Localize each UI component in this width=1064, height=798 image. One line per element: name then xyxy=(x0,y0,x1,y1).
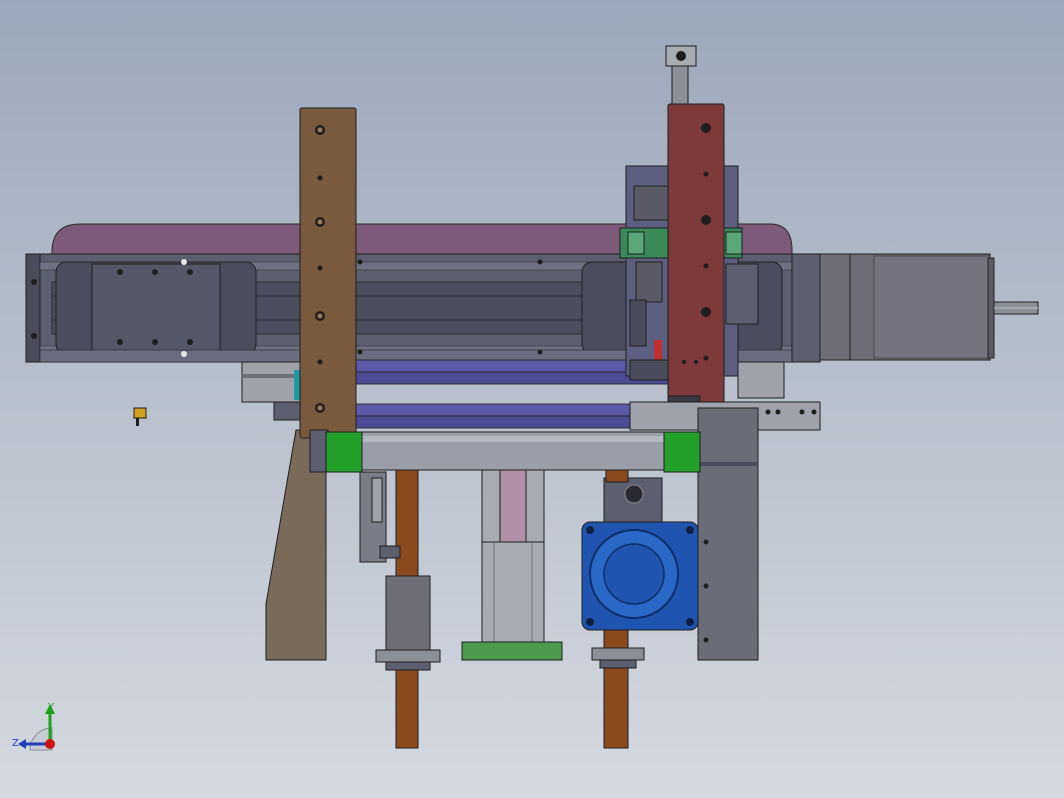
red-plate-right xyxy=(667,103,725,419)
left-shaft-assembly xyxy=(359,469,441,749)
assembly-drawing: Y Z xyxy=(12,45,1039,751)
top-rod xyxy=(665,45,697,111)
z-axis-label: Z xyxy=(12,738,19,749)
y-axis-label: Y xyxy=(47,702,55,713)
left-cylinder xyxy=(241,361,303,421)
servo-motor-right xyxy=(791,253,1039,363)
sensor-icon xyxy=(133,407,147,426)
roller xyxy=(325,431,701,473)
blue-gear-motor xyxy=(581,469,699,749)
green-roller-right xyxy=(663,431,701,473)
z-axis-arrow-icon xyxy=(18,739,26,749)
green-roller-left xyxy=(325,431,363,473)
cad-viewport[interactable]: Y Z xyxy=(0,0,1064,798)
green-base-plate xyxy=(461,641,563,661)
coordinate-triad[interactable]: Y Z xyxy=(12,702,55,751)
center-cylinder xyxy=(461,469,563,661)
origin-dot-icon xyxy=(45,739,55,749)
